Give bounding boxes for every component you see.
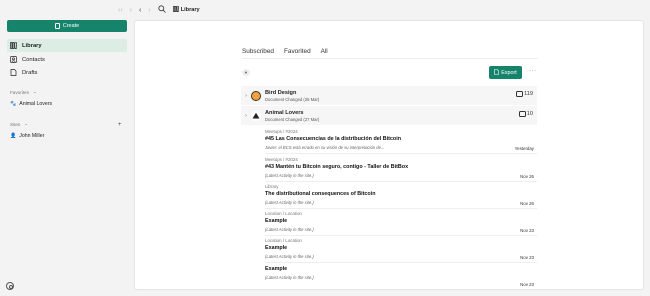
item-breadcrumb: Meetups / #2024 bbox=[265, 157, 298, 162]
topbar: ‹‹ › ‹ › Library bbox=[118, 4, 200, 16]
item-breadcrumb: Library bbox=[265, 184, 279, 189]
export-icon bbox=[494, 68, 500, 77]
item-description: (Latest Activity in the site.) bbox=[265, 254, 314, 259]
site-item-label: John Miller bbox=[19, 133, 45, 139]
chevron-down-icon: ⌄ bbox=[32, 89, 37, 94]
group-status: Document Changed bbox=[265, 116, 303, 122]
paw-icon: 🐾 bbox=[10, 101, 17, 107]
list-item[interactable]: Location / Location Example (Latest Acti… bbox=[265, 236, 537, 263]
list-item[interactable]: Location / Location Example (Latest Acti… bbox=[265, 209, 537, 236]
item-title[interactable]: Example bbox=[265, 245, 537, 251]
item-title[interactable]: #45 Las Consecuencias de la distribución… bbox=[265, 136, 537, 142]
group-row[interactable]: › Bird Design Document Changed (26 Mar) … bbox=[241, 86, 537, 105]
group-title: Animal Lovers bbox=[265, 109, 304, 116]
comment-count-value: 119 bbox=[524, 91, 533, 97]
list-item[interactable]: Meetups / #2024 #45 Las Consecuencias de… bbox=[265, 127, 537, 154]
group-status: Document Changed bbox=[265, 96, 303, 102]
create-button-label: Create bbox=[62, 23, 80, 29]
list-item[interactable]: Library The distributional consequences … bbox=[265, 182, 537, 209]
sidebar-item-label: Library bbox=[22, 42, 42, 49]
sidebar-item-contacts[interactable]: Contacts bbox=[7, 53, 127, 66]
item-date: Nov 26 bbox=[520, 174, 534, 179]
filter-icon[interactable]: ▼ bbox=[242, 69, 250, 76]
comment-count-value: 10 bbox=[526, 111, 533, 117]
group-subtitle: Document Changed (27 Mar) bbox=[265, 117, 319, 122]
sidebar-item-library[interactable]: Library bbox=[7, 39, 127, 52]
item-description: Javier: el BCS está errado en su visión … bbox=[265, 145, 385, 150]
sites-label: Sites bbox=[10, 121, 21, 127]
sidebar-item-label: Drafts bbox=[22, 69, 38, 76]
item-description: (Latest Activity in the site.) bbox=[265, 275, 314, 280]
breadcrumb[interactable]: Library bbox=[172, 6, 200, 14]
comment-count: 119 bbox=[516, 91, 533, 97]
item-title[interactable]: Example bbox=[265, 218, 537, 224]
main-panel: Subscribed Favorited All ▼ Export ··· › … bbox=[134, 20, 644, 290]
item-breadcrumb: Location / Location bbox=[265, 211, 302, 216]
item-date: Nov 26 bbox=[520, 201, 534, 206]
favorite-item[interactable]: 🐾 Animal Lovers bbox=[10, 101, 52, 107]
item-title[interactable]: #43 Mantén tu Bitcoin seguro, contigo - … bbox=[265, 164, 537, 170]
group-info: Animal Lovers Document Changed (27 Mar) bbox=[265, 110, 319, 122]
item-description: (Latest Activity in the site.) bbox=[265, 173, 314, 178]
export-label: Export bbox=[501, 69, 517, 76]
item-title[interactable]: Example bbox=[265, 266, 537, 272]
favorite-item-label: Animal Lovers bbox=[19, 101, 53, 107]
avatar bbox=[251, 90, 261, 101]
user-icon: 👤 bbox=[10, 133, 17, 139]
more-options-icon[interactable]: ··· bbox=[529, 68, 537, 74]
item-date: Nov 23 bbox=[520, 282, 534, 287]
group-subtitle: Document Changed (26 Mar) bbox=[265, 97, 319, 102]
back-arrow-icon[interactable]: ‹ bbox=[139, 7, 141, 14]
item-date: Nov 23 bbox=[520, 228, 534, 233]
chevron-right-icon[interactable]: › bbox=[241, 113, 251, 119]
item-title[interactable]: The distributional consequences of Bitco… bbox=[265, 191, 537, 197]
sidebar: Create Library Contacts Drafts Favorites… bbox=[0, 0, 133, 296]
sidebar-item-drafts[interactable]: Drafts bbox=[7, 66, 127, 79]
export-button[interactable]: Export bbox=[489, 66, 522, 79]
group-row[interactable]: › Animal Lovers Document Changed (27 Mar… bbox=[241, 106, 537, 125]
sidebar-item-label: Contacts bbox=[22, 56, 45, 63]
group-date: (26 Mar) bbox=[303, 96, 320, 102]
group-date: (27 Mar) bbox=[303, 116, 320, 122]
site-item[interactable]: 👤 John Miller bbox=[10, 133, 44, 139]
tab-divider bbox=[242, 58, 538, 59]
list-item[interactable]: Example (Latest Activity in the site.) N… bbox=[265, 263, 537, 289]
chevron-right-icon[interactable]: › bbox=[241, 93, 251, 99]
forward-arrow-icon[interactable]: › bbox=[148, 7, 150, 14]
favorites-label: Favorites bbox=[10, 89, 29, 95]
sites-section[interactable]: Sites ⌄ bbox=[10, 121, 28, 127]
item-date: Yesterday bbox=[514, 146, 534, 151]
item-date: Nov 23 bbox=[520, 255, 534, 260]
item-description: (Latest Activity in the site.) bbox=[265, 200, 314, 205]
new-document-icon bbox=[54, 23, 60, 29]
list-item[interactable]: Meetups / #2024 #43 Mantén tu Bitcoin se… bbox=[265, 155, 537, 182]
comment-icon bbox=[518, 111, 526, 117]
comment-icon bbox=[516, 91, 524, 97]
settings-icon[interactable] bbox=[6, 282, 14, 290]
comment-count: 10 bbox=[518, 111, 533, 117]
chevron-down-icon: ⌄ bbox=[24, 121, 29, 126]
search-icon[interactable] bbox=[158, 5, 166, 15]
group-title: Bird Design bbox=[265, 89, 297, 96]
back-arrow-disabled-icon[interactable]: ‹‹ bbox=[118, 7, 123, 14]
document-icon bbox=[10, 69, 17, 76]
add-site-icon[interactable]: + bbox=[118, 122, 122, 128]
group-info: Bird Design Document Changed (26 Mar) bbox=[265, 90, 319, 102]
forward-arrow-disabled-icon[interactable]: › bbox=[130, 7, 132, 14]
breadcrumb-label: Library bbox=[180, 7, 200, 13]
item-description: (Latest Activity in the site.) bbox=[265, 227, 314, 232]
contacts-icon bbox=[10, 56, 17, 63]
library-icon bbox=[172, 6, 179, 14]
create-button[interactable]: Create bbox=[7, 20, 127, 32]
item-breadcrumb: Location / Location bbox=[265, 238, 302, 243]
library-icon bbox=[10, 42, 18, 50]
item-breadcrumb: Meetups / #2024 bbox=[265, 129, 298, 134]
favorites-section[interactable]: Favorites ⌄ bbox=[10, 89, 37, 95]
avatar bbox=[251, 110, 261, 121]
